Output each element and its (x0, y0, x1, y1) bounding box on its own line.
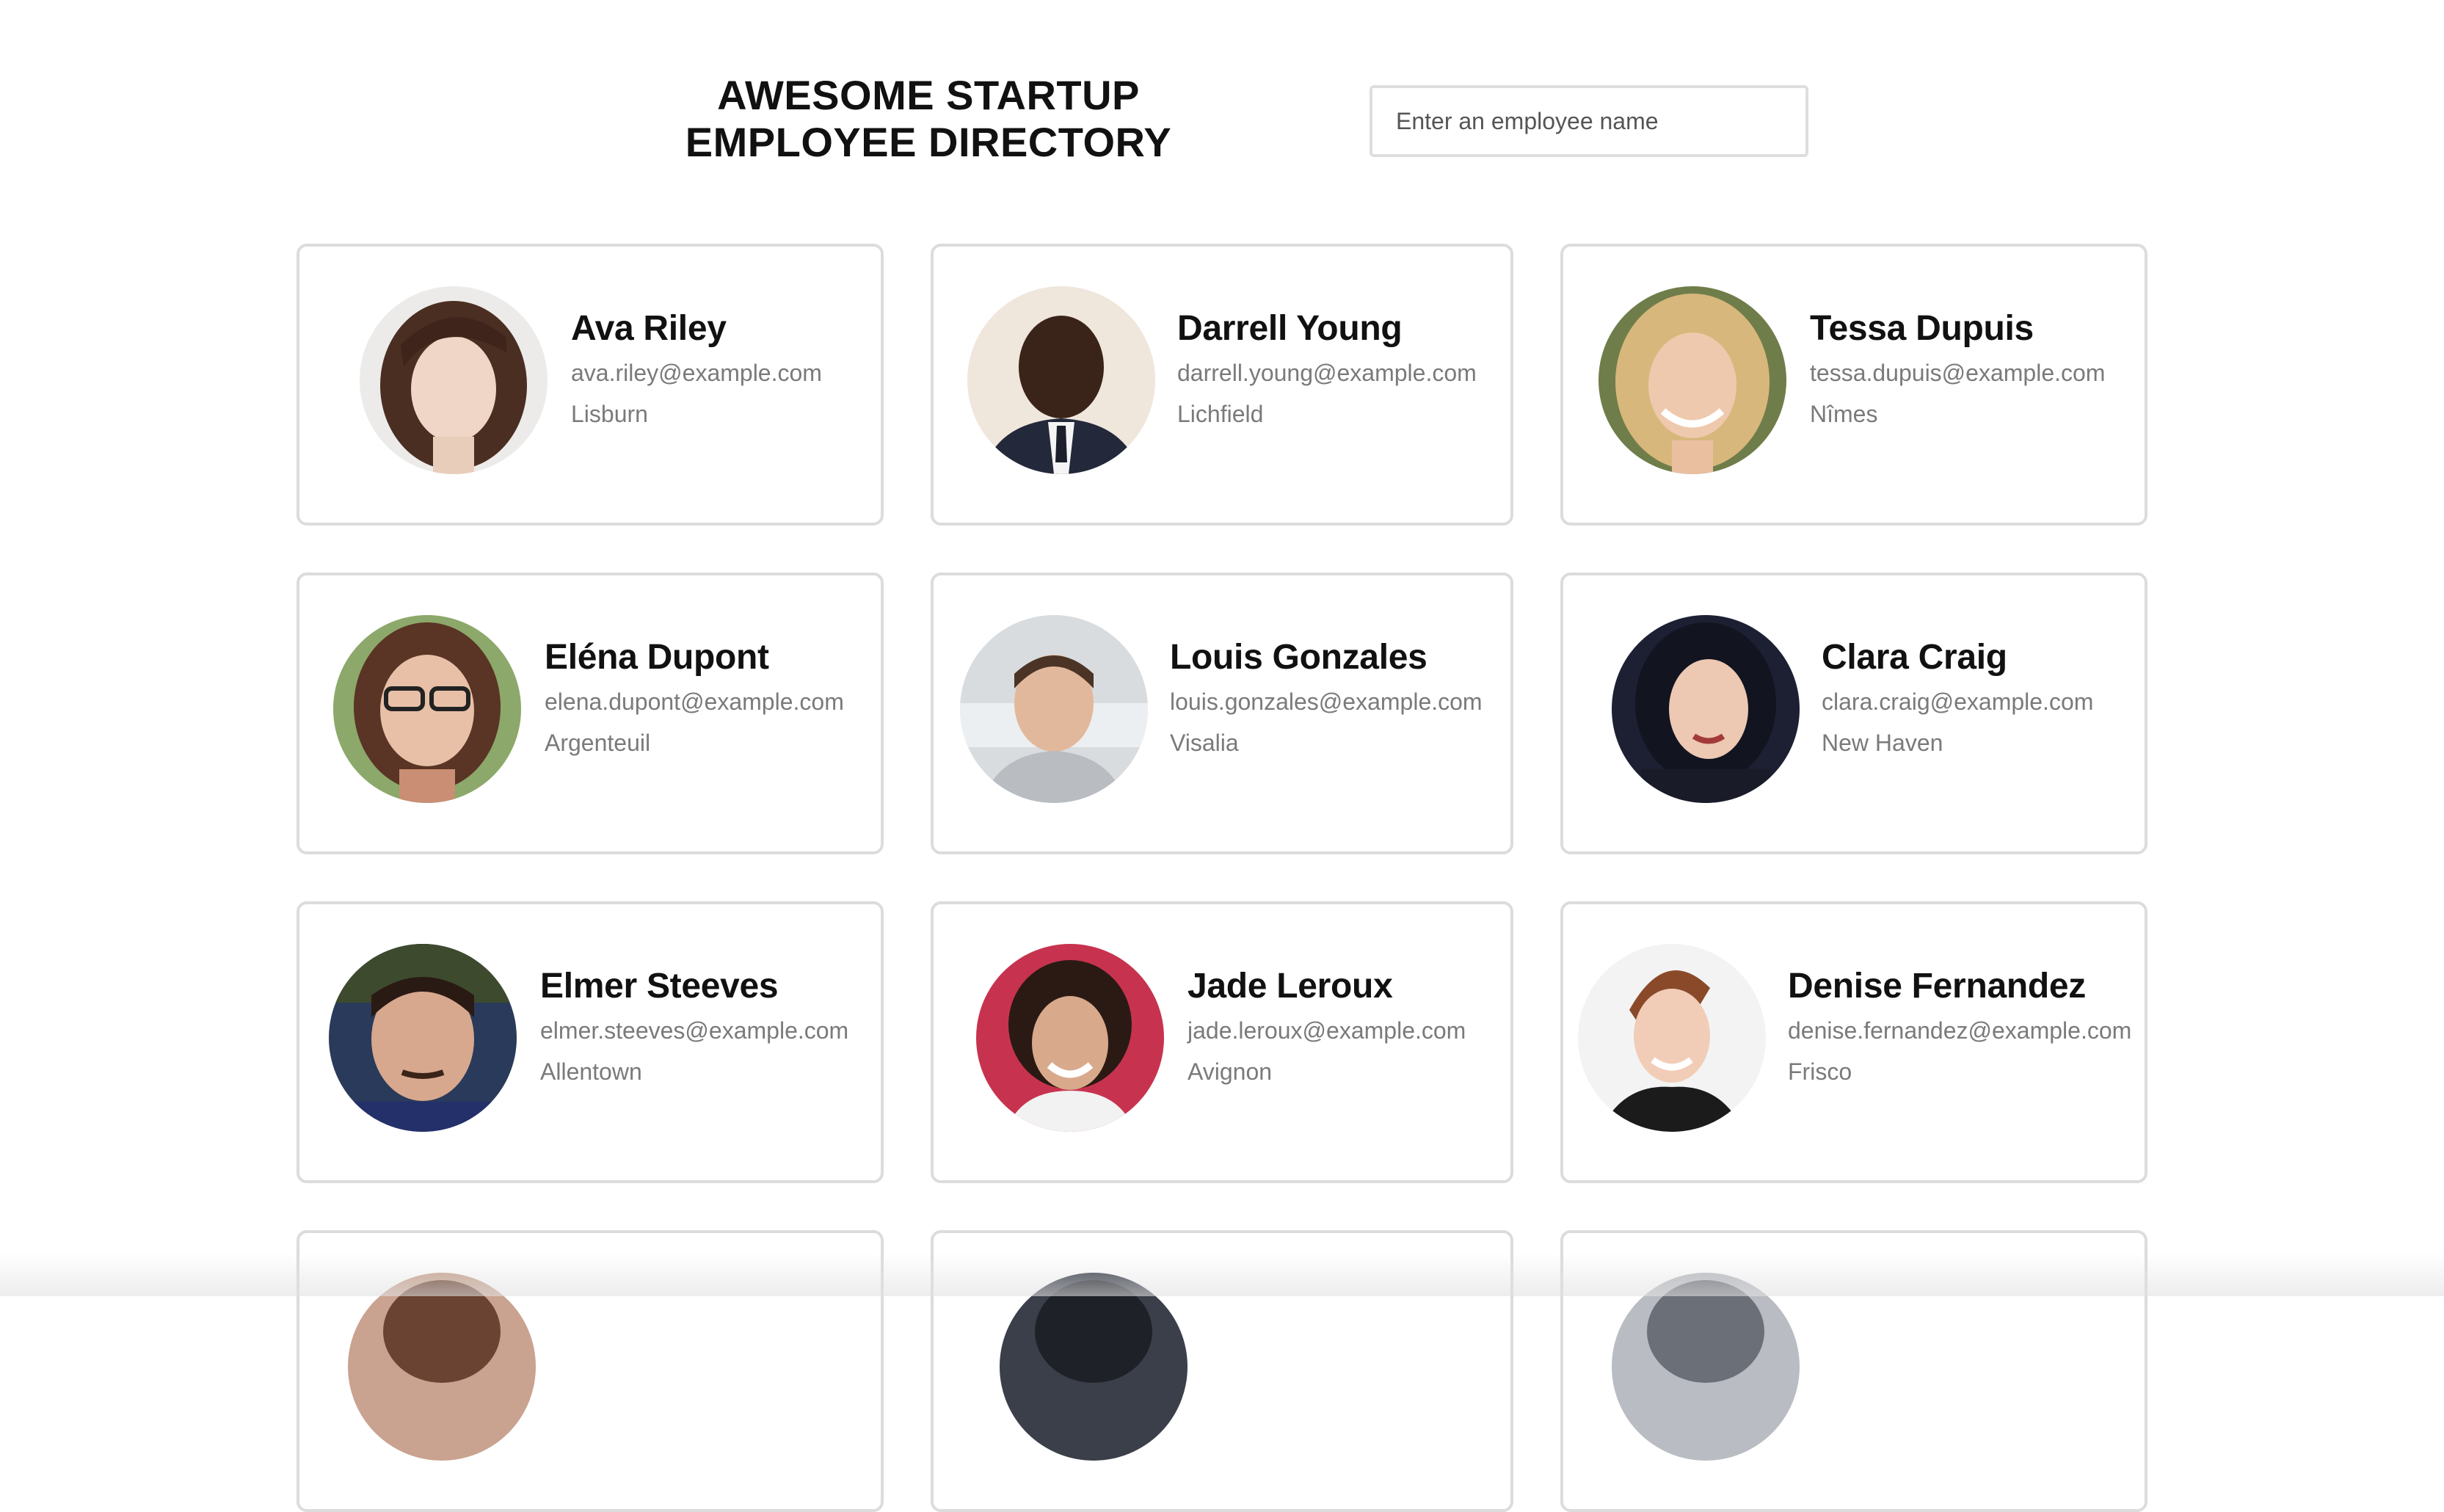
employee-card[interactable]: Elmer Steeves elmer.steeves@example.com … (297, 901, 884, 1183)
employee-email: tessa.dupuis@example.com (1810, 360, 2106, 386)
employee-card[interactable]: Jade Leroux jade.leroux@example.com Avig… (931, 901, 1513, 1183)
employee-city: Allentown (540, 1058, 642, 1085)
employee-avatar (329, 944, 517, 1132)
employee-card[interactable]: Darrell Young darrell.young@example.com … (931, 244, 1513, 526)
employee-email: ava.riley@example.com (571, 360, 822, 386)
employee-name: Denise Fernandez (1788, 967, 2086, 1006)
employee-card[interactable]: Eléna Dupont elena.dupont@example.com Ar… (297, 573, 884, 854)
employee-avatar (976, 944, 1164, 1132)
employee-info: Eléna Dupont elena.dupont@example.com Ar… (545, 637, 844, 757)
employee-info: Louis Gonzales louis.gonzales@example.co… (1170, 637, 1483, 757)
employee-card[interactable]: Louis Gonzales louis.gonzales@example.co… (931, 573, 1513, 854)
employee-avatar (1612, 615, 1800, 803)
employee-city: Nîmes (1810, 401, 1878, 427)
employee-avatar (1599, 286, 1786, 474)
employee-card[interactable] (931, 1230, 1513, 1512)
employee-name: Louis Gonzales (1170, 638, 1428, 677)
employee-avatar (967, 286, 1155, 474)
employee-card[interactable]: Clara Craig clara.craig@example.com New … (1560, 573, 2147, 854)
employee-avatar (960, 615, 1148, 803)
employee-card[interactable] (297, 1230, 884, 1512)
employee-avatar (333, 615, 521, 803)
employee-name: Elmer Steeves (540, 967, 779, 1006)
employee-city: Visalia (1170, 730, 1239, 756)
employee-email: louis.gonzales@example.com (1170, 688, 1483, 715)
employee-email: denise.fernandez@example.com (1788, 1017, 2132, 1044)
employee-info: Jade Leroux jade.leroux@example.com Avig… (1188, 966, 1466, 1086)
employee-name: Ava Riley (571, 309, 727, 348)
employee-info: Denise Fernandez denise.fernandez@exampl… (1788, 966, 2131, 1086)
page-title-line-1: AWESOME STARTUP (717, 72, 1140, 118)
employee-avatar (348, 1273, 536, 1461)
employee-name: Darrell Young (1177, 309, 1403, 348)
page-title-line-2: EMPLOYEE DIRECTORY (685, 119, 1172, 165)
employee-card[interactable]: Tessa Dupuis tessa.dupuis@example.com Nî… (1560, 244, 2147, 526)
employee-card[interactable]: Denise Fernandez denise.fernandez@exampl… (1560, 901, 2147, 1183)
employee-city: New Haven (1822, 730, 1943, 756)
employee-card[interactable]: Ava Riley ava.riley@example.com Lisburn (297, 244, 884, 526)
employee-info: Darrell Young darrell.young@example.com … (1177, 308, 1477, 429)
employee-card[interactable] (1560, 1230, 2147, 1512)
employee-name: Tessa Dupuis (1810, 309, 2034, 348)
employee-avatar (1612, 1273, 1800, 1461)
employee-city: Avignon (1188, 1058, 1273, 1085)
employee-info: Elmer Steeves elmer.steeves@example.com … (540, 966, 848, 1086)
search-input[interactable] (1370, 85, 1808, 157)
employee-email: elmer.steeves@example.com (540, 1017, 849, 1044)
employee-city: Argenteuil (545, 730, 651, 756)
employee-info: Ava Riley ava.riley@example.com Lisburn (571, 308, 822, 429)
employee-name: Eléna Dupont (545, 638, 769, 677)
employee-email: darrell.young@example.com (1177, 360, 1477, 386)
employee-info: Tessa Dupuis tessa.dupuis@example.com Nî… (1810, 308, 2105, 429)
employee-email: elena.dupont@example.com (545, 688, 844, 715)
employee-name: Jade Leroux (1188, 967, 1393, 1006)
employee-avatar (1000, 1273, 1188, 1461)
employee-avatar (1578, 944, 1766, 1132)
employee-city: Lichfield (1177, 401, 1264, 427)
employee-name: Clara Craig (1822, 638, 2007, 677)
employee-city: Lisburn (571, 401, 648, 427)
employee-avatar (360, 286, 548, 474)
employee-info: Clara Craig clara.craig@example.com New … (1822, 637, 2093, 757)
employee-city: Frisco (1788, 1058, 1852, 1085)
page-title: AWESOME STARTUP EMPLOYEE DIRECTORY (661, 72, 1196, 166)
employee-email: jade.leroux@example.com (1188, 1017, 1466, 1044)
employee-email: clara.craig@example.com (1822, 688, 2094, 715)
